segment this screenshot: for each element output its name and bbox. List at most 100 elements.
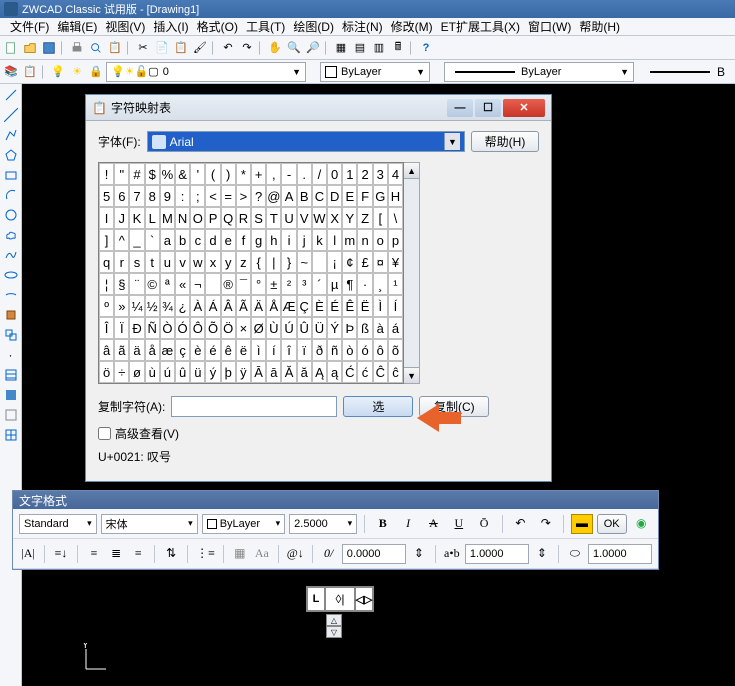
- scroll-track[interactable]: [404, 179, 419, 367]
- char-cell[interactable]: X: [327, 207, 342, 229]
- char-cell[interactable]: Ê: [342, 295, 357, 317]
- strikeout-button[interactable]: A: [423, 514, 444, 534]
- open-icon[interactable]: [21, 39, 39, 57]
- justify-button[interactable]: ≡↓: [52, 544, 70, 564]
- char-cell[interactable]: Ć: [342, 361, 357, 383]
- options-button[interactable]: ◉: [631, 514, 652, 534]
- bold-button[interactable]: B: [372, 514, 393, 534]
- align-center-button[interactable]: ≣: [107, 544, 125, 564]
- char-cell[interactable]: £: [357, 251, 372, 273]
- char-cell[interactable]: k: [312, 229, 327, 251]
- char-cell[interactable]: Â: [221, 295, 236, 317]
- align-left-button[interactable]: ≡: [85, 544, 103, 564]
- gradient-icon[interactable]: [2, 386, 20, 404]
- char-cell[interactable]: y: [221, 251, 236, 273]
- char-cell[interactable]: ą: [327, 361, 342, 383]
- vruler-up[interactable]: △: [326, 614, 342, 626]
- preview-icon[interactable]: [87, 39, 105, 57]
- char-cell[interactable]: ê: [221, 339, 236, 361]
- char-cell[interactable]: 7: [129, 185, 144, 207]
- char-cell[interactable]: Õ: [205, 317, 220, 339]
- scroll-down-icon[interactable]: ▼: [404, 367, 419, 383]
- char-cell[interactable]: ì: [251, 339, 266, 361]
- revcloud-icon[interactable]: [2, 226, 20, 244]
- char-cell[interactable]: x: [205, 251, 220, 273]
- char-cell[interactable]: W: [312, 207, 327, 229]
- plot-icon[interactable]: 📋: [106, 39, 124, 57]
- menu-help[interactable]: 帮助(H): [575, 18, 624, 35]
- char-cell[interactable]: ·: [357, 273, 372, 295]
- char-cell[interactable]: (: [205, 163, 220, 185]
- color-combo[interactable]: ByLayer ▼: [320, 62, 430, 82]
- menu-et[interactable]: ET扩展工具(X): [437, 18, 524, 35]
- spline-icon[interactable]: [2, 246, 20, 264]
- char-cell[interactable]: p: [388, 229, 403, 251]
- char-cell[interactable]: ¸: [373, 273, 388, 295]
- char-cell[interactable]: ô: [373, 339, 388, 361]
- char-cell[interactable]: I: [99, 207, 114, 229]
- char-cell[interactable]: P: [205, 207, 220, 229]
- rect-icon[interactable]: [2, 166, 20, 184]
- char-cell[interactable]: h: [266, 229, 281, 251]
- char-cell[interactable]: u: [160, 251, 175, 273]
- cut-icon[interactable]: ✂: [134, 39, 152, 57]
- char-cell[interactable]: &: [175, 163, 190, 185]
- char-cell[interactable]: ç: [175, 339, 190, 361]
- text-editor-ruler[interactable]: L ◊| ◁▷: [306, 586, 374, 612]
- char-cell[interactable]: Ü: [312, 317, 327, 339]
- char-cell[interactable]: ~: [297, 251, 312, 273]
- char-cell[interactable]: 0: [327, 163, 342, 185]
- close-button[interactable]: ✕: [503, 99, 545, 117]
- text-style-combo[interactable]: Standard▾: [19, 514, 97, 534]
- char-cell[interactable]: Í: [388, 295, 403, 317]
- region-icon[interactable]: [2, 406, 20, 424]
- char-cell[interactable]: »: [114, 295, 129, 317]
- advanced-checkbox[interactable]: [98, 427, 111, 440]
- char-cell[interactable]: û: [175, 361, 190, 383]
- polygon-icon[interactable]: [2, 146, 20, 164]
- menu-file[interactable]: 文件(F): [6, 18, 53, 35]
- char-cell[interactable]: à: [373, 317, 388, 339]
- menu-edit[interactable]: 编辑(E): [53, 18, 101, 35]
- field-button[interactable]: ▦: [231, 544, 249, 564]
- char-cell[interactable]: ï: [297, 339, 312, 361]
- symbol-button[interactable]: @↓: [286, 544, 305, 564]
- char-cell[interactable]: b: [175, 229, 190, 251]
- char-cell[interactable]: ¶: [342, 273, 357, 295]
- char-cell[interactable]: Ð: [129, 317, 144, 339]
- char-cell[interactable]: º: [99, 295, 114, 317]
- char-cell[interactable]: Ì: [373, 295, 388, 317]
- char-cell[interactable]: ¨: [129, 273, 144, 295]
- oblique-input[interactable]: [588, 544, 652, 564]
- char-cell[interactable]: â: [99, 339, 114, 361]
- char-cell[interactable]: }: [281, 251, 296, 273]
- tracking-input[interactable]: [342, 544, 406, 564]
- char-cell[interactable]: Ą: [312, 361, 327, 383]
- props-icon[interactable]: ▦: [332, 39, 350, 57]
- char-cell[interactable]: ¾: [160, 295, 175, 317]
- sun-icon[interactable]: ☀: [68, 63, 86, 81]
- uppercase-button[interactable]: Aa: [253, 544, 271, 564]
- linespace-button[interactable]: ⇅: [162, 544, 180, 564]
- char-cell[interactable]: ?: [251, 185, 266, 207]
- minimize-button[interactable]: —: [447, 99, 473, 117]
- copy-input[interactable]: [171, 396, 337, 417]
- char-cell[interactable]: v: [175, 251, 190, 273]
- char-cell[interactable]: O: [190, 207, 205, 229]
- italic-button[interactable]: I: [397, 514, 418, 534]
- text-font-combo[interactable]: 宋体▾: [101, 514, 198, 534]
- char-cell[interactable]: ]: [99, 229, 114, 251]
- char-cell[interactable]: ñ: [327, 339, 342, 361]
- redo2-button[interactable]: ↷: [535, 514, 556, 534]
- char-cell[interactable]: ÿ: [236, 361, 251, 383]
- char-cell[interactable]: ^: [114, 229, 129, 251]
- new-icon[interactable]: [2, 39, 20, 57]
- char-cell[interactable]: =: [221, 185, 236, 207]
- char-cell[interactable]: B: [297, 185, 312, 207]
- char-cell[interactable]: 4: [388, 163, 403, 185]
- char-cell[interactable]: Ù: [266, 317, 281, 339]
- text-color-combo[interactable]: ByLayer▾: [202, 514, 285, 534]
- layerprop-icon[interactable]: 📋: [21, 63, 39, 81]
- char-cell[interactable]: È: [312, 295, 327, 317]
- vruler-down[interactable]: ▽: [326, 626, 342, 638]
